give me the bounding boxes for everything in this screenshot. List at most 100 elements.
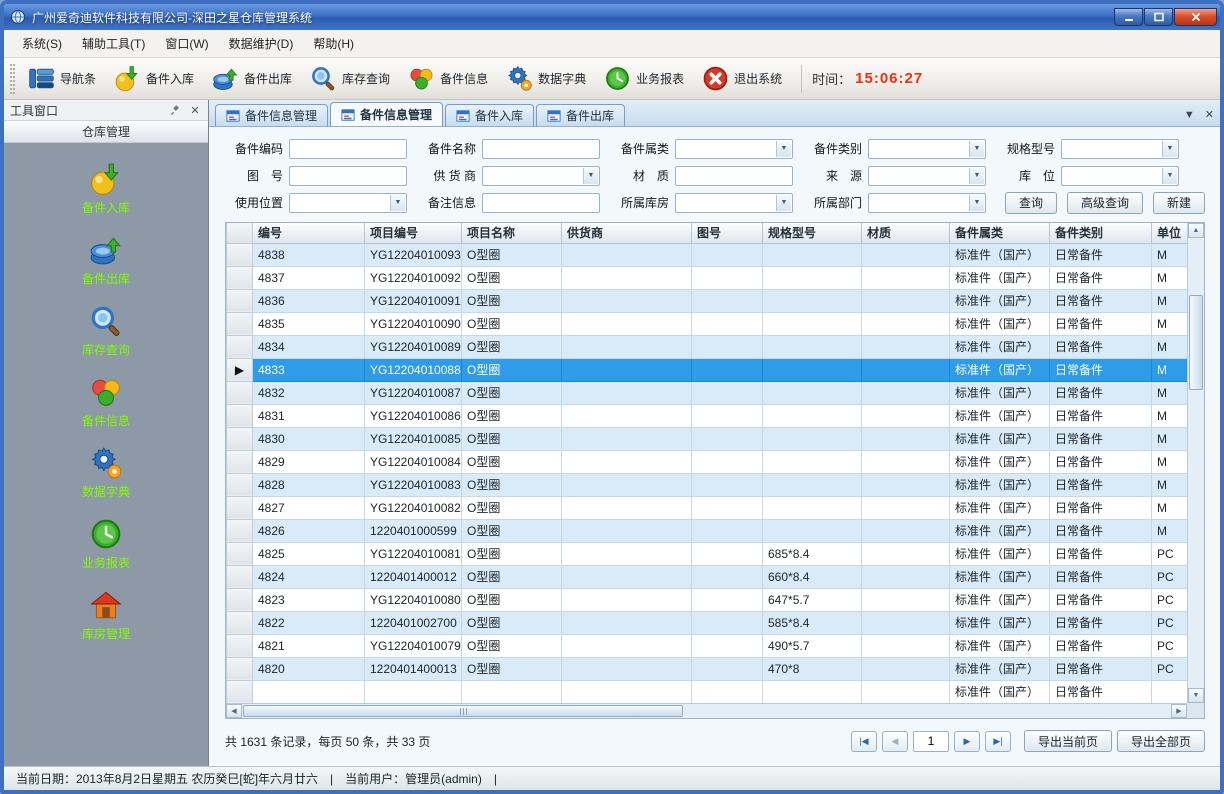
tab-2[interactable]: 备件入库 <box>445 104 534 126</box>
grid-header-cell[interactable]: 项目名称 <box>462 223 562 243</box>
sidebar-item-parts-out[interactable]: 备件出库 <box>31 228 181 292</box>
grid-header-cell[interactable]: 单位 <box>1152 223 1188 243</box>
sidebar-item-warehouse[interactable]: 库房管理 <box>31 583 181 647</box>
last-page-button[interactable]: ▶| <box>985 731 1011 752</box>
menu-item-4[interactable]: 帮助(H) <box>303 30 364 57</box>
table-row[interactable]: 48201220401400013O型圈470*8标准件（国产）日常备件PC <box>227 657 1188 680</box>
toolbar-stock-search-button[interactable]: 库存查询 <box>301 61 399 96</box>
row-selector[interactable] <box>227 381 253 404</box>
vertical-scroll-thumb[interactable] <box>1189 295 1203 390</box>
table-row[interactable]: 4827YG12204010082O型圈标准件（国产）日常备件M <box>227 496 1188 519</box>
row-selector[interactable] <box>227 266 253 289</box>
row-selector[interactable] <box>227 243 253 266</box>
sidebar-close-icon[interactable]: ✕ <box>188 103 202 117</box>
table-row[interactable]: 48221220401002700O型圈585*8.4标准件（国产）日常备件PC <box>227 611 1188 634</box>
toolbar-exit-button[interactable]: 退出系统 <box>693 61 791 96</box>
toolbar-data-dict-button[interactable]: 数据字典 <box>497 61 595 96</box>
filter-select[interactable]: ▼ <box>1061 139 1179 159</box>
filter-select[interactable]: ▼ <box>1061 166 1179 186</box>
menu-item-3[interactable]: 数据维护(D) <box>219 30 304 57</box>
new-button[interactable]: 新建 <box>1153 192 1205 214</box>
grid-header-cell[interactable]: 材质 <box>862 223 950 243</box>
row-selector[interactable] <box>227 427 253 450</box>
close-button[interactable] <box>1174 8 1217 26</box>
filter-select[interactable]: ▼ <box>289 193 407 213</box>
grid-header-cell[interactable]: 规格型号 <box>763 223 862 243</box>
grid-header-cell[interactable]: 备件属类 <box>950 223 1050 243</box>
row-selector[interactable]: ▶ <box>227 358 253 381</box>
next-page-button[interactable]: ▶ <box>954 731 980 752</box>
table-row[interactable]: 4835YG12204010090O型圈标准件（国产）日常备件M <box>227 312 1188 335</box>
tab-1[interactable]: 备件信息管理 <box>330 102 443 126</box>
filter-select[interactable]: ▼ <box>868 193 986 213</box>
tab-0[interactable]: 备件信息管理 <box>215 104 328 126</box>
sidebar-item-parts-in[interactable]: 备件入库 <box>31 157 181 221</box>
table-row[interactable]: 4837YG12204010092O型圈标准件（国产）日常备件M <box>227 266 1188 289</box>
vertical-scrollbar[interactable]: ▲ ▼ <box>1187 223 1204 703</box>
filter-input[interactable] <box>675 166 793 186</box>
table-row[interactable]: 48241220401400012O型圈660*8.4标准件（国产）日常备件PC <box>227 565 1188 588</box>
scroll-left-icon[interactable]: ◀ <box>226 704 242 718</box>
table-row[interactable]: 4834YG12204010089O型圈标准件（国产）日常备件M <box>227 335 1188 358</box>
horizontal-scroll-thumb[interactable] <box>243 705 683 717</box>
row-selector[interactable] <box>227 473 253 496</box>
sidebar-item-data-dict[interactable]: 数据字典 <box>31 441 181 505</box>
scroll-down-icon[interactable]: ▼ <box>1188 688 1204 703</box>
table-row[interactable]: 4828YG12204010083O型圈标准件（国产）日常备件M <box>227 473 1188 496</box>
filter-input[interactable] <box>289 166 407 186</box>
row-selector[interactable] <box>227 634 253 657</box>
table-row[interactable]: 4836YG12204010091O型圈标准件（国产）日常备件M <box>227 289 1188 312</box>
table-row[interactable]: 4831YG12204010086O型圈标准件（国产）日常备件M <box>227 404 1188 427</box>
filter-input[interactable] <box>289 139 407 159</box>
row-selector[interactable] <box>227 289 253 312</box>
sidebar-item-parts-info[interactable]: 备件信息 <box>31 370 181 434</box>
advanced-query-button[interactable]: 高级查询 <box>1067 192 1143 214</box>
table-row[interactable]: 4821YG12204010079O型圈490*5.7标准件（国产）日常备件PC <box>227 634 1188 657</box>
row-selector[interactable] <box>227 588 253 611</box>
sidebar-group-header[interactable]: 仓库管理 <box>4 121 208 143</box>
row-selector[interactable] <box>227 450 253 473</box>
row-selector[interactable] <box>227 519 253 542</box>
grid-header-cell[interactable]: 项目编号 <box>365 223 462 243</box>
row-selector[interactable] <box>227 496 253 519</box>
row-selector[interactable] <box>227 657 253 680</box>
menu-item-1[interactable]: 辅助工具(T) <box>72 30 155 57</box>
pin-icon[interactable] <box>168 103 182 117</box>
table-row[interactable]: 标准件（国产）日常备件 <box>227 680 1188 703</box>
table-row[interactable]: 48261220401000599O型圈标准件（国产）日常备件M <box>227 519 1188 542</box>
toolbar-nav-bars-button[interactable]: 导航条 <box>19 61 105 96</box>
page-number-input[interactable] <box>913 731 949 752</box>
row-selector[interactable] <box>227 542 253 565</box>
menu-item-0[interactable]: 系统(S) <box>12 30 72 57</box>
table-row[interactable]: ▶4833YG12204010088O型圈标准件（国产）日常备件M <box>227 358 1188 381</box>
table-row[interactable]: 4829YG12204010084O型圈标准件（国产）日常备件M <box>227 450 1188 473</box>
toolbar-parts-info-button[interactable]: 备件信息 <box>399 61 497 96</box>
export-current-page-button[interactable]: 导出当前页 <box>1024 730 1112 752</box>
sidebar-item-report[interactable]: 业务报表 <box>31 512 181 576</box>
grid-header-cell[interactable]: 编号 <box>253 223 365 243</box>
maximize-button[interactable] <box>1144 8 1173 26</box>
row-selector[interactable] <box>227 680 253 703</box>
filter-select[interactable]: ▼ <box>868 139 986 159</box>
row-selector[interactable] <box>227 404 253 427</box>
table-row[interactable]: 4830YG12204010085O型圈标准件（国产）日常备件M <box>227 427 1188 450</box>
filter-select[interactable]: ▼ <box>868 166 986 186</box>
table-row[interactable]: 4838YG12204010093O型圈标准件（国产）日常备件M <box>227 243 1188 266</box>
grid-header-cell[interactable]: 图号 <box>692 223 763 243</box>
menu-item-2[interactable]: 窗口(W) <box>155 30 218 57</box>
export-all-pages-button[interactable]: 导出全部页 <box>1117 730 1205 752</box>
row-selector[interactable] <box>227 335 253 358</box>
tab-3[interactable]: 备件出库 <box>536 104 625 126</box>
row-selector[interactable] <box>227 312 253 335</box>
filter-select[interactable]: ▼ <box>675 139 793 159</box>
scroll-right-icon[interactable]: ▶ <box>1171 704 1187 718</box>
filter-select[interactable]: ▼ <box>482 166 600 186</box>
grid-header-cell[interactable]: 备件类别 <box>1050 223 1152 243</box>
table-row[interactable]: 4825YG12204010081O型圈685*8.4标准件（国产）日常备件PC <box>227 542 1188 565</box>
table-row[interactable]: 4832YG12204010087O型圈标准件（国产）日常备件M <box>227 381 1188 404</box>
tab-list-dropdown-icon[interactable]: ▼ <box>1184 109 1195 121</box>
filter-select[interactable]: ▼ <box>675 193 793 213</box>
toolbar-parts-in-button[interactable]: 备件入库 <box>105 61 203 96</box>
filter-input[interactable] <box>482 193 600 213</box>
scroll-up-icon[interactable]: ▲ <box>1188 223 1204 238</box>
